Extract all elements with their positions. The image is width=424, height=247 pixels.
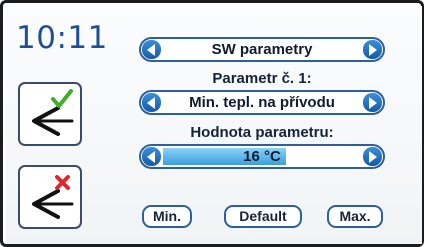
value-label: Hodnota parametru: <box>190 124 334 141</box>
back-arrow-x-icon <box>32 175 74 219</box>
menu-next-arrow-icon[interactable] <box>363 40 382 59</box>
confirm-button[interactable] <box>18 82 82 146</box>
min-button[interactable]: Min. <box>142 205 192 228</box>
menu-selected-value: SW parametry <box>211 41 313 58</box>
value-slider[interactable]: 16 °C <box>139 144 385 169</box>
clock: 10:11 <box>16 20 108 56</box>
value-decrease-arrow-icon[interactable] <box>142 147 161 166</box>
display-bezel: 10:11 SW parametry Parametr č. 1: Min. t… <box>0 0 424 247</box>
default-button[interactable]: Default <box>224 205 302 228</box>
menu-selector: SW parametry <box>139 37 385 62</box>
parameter-label: Parametr č. 1: <box>212 70 312 87</box>
menu-prev-arrow-icon[interactable] <box>142 40 161 59</box>
touch-screen: 10:11 SW parametry Parametr č. 1: Min. t… <box>6 6 422 244</box>
parameter-next-arrow-icon[interactable] <box>363 93 382 112</box>
parameter-selected-value: Min. tepl. na přívodu <box>189 94 335 111</box>
back-arrow-check-icon <box>32 89 74 136</box>
cancel-button[interactable] <box>18 165 82 229</box>
parameter-selector: Min. tepl. na přívodu <box>139 90 385 115</box>
value-readout: 16 °C <box>243 148 281 165</box>
max-button[interactable]: Max. <box>327 205 383 228</box>
parameter-prev-arrow-icon[interactable] <box>142 93 161 112</box>
value-increase-arrow-icon[interactable] <box>363 147 382 166</box>
